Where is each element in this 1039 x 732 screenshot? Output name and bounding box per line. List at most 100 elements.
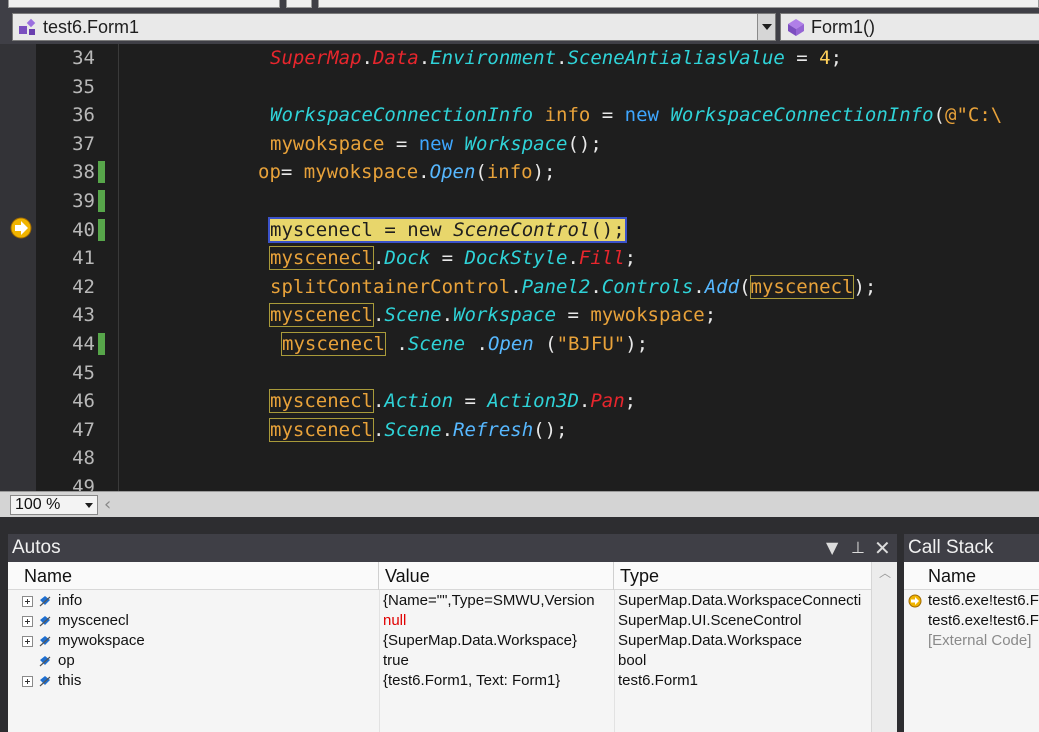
top-combo-right[interactable] bbox=[318, 0, 1039, 8]
code-text[interactable]: myscenecl.Action = Action3D.Pan; bbox=[269, 387, 636, 415]
code-text[interactable]: myscenecl .Scene .Open ("BJFU"); bbox=[281, 330, 648, 358]
code-token: new bbox=[624, 104, 659, 127]
code-text[interactable]: SuperMap.Data.Environment.SceneAntialias… bbox=[270, 44, 842, 72]
autos-name-cell: mywokspace bbox=[58, 632, 145, 649]
expand-icon[interactable] bbox=[22, 636, 33, 647]
top-combo-left[interactable] bbox=[8, 0, 280, 8]
callstack-col-name[interactable]: Name bbox=[904, 562, 1039, 590]
debug-panels: Autos ▼ ⊥ ✕ Name Value Type info {Name=""… bbox=[0, 517, 1039, 732]
top-combo-button[interactable] bbox=[286, 0, 312, 8]
code-token: = bbox=[784, 47, 820, 69]
code-token: Controls bbox=[601, 275, 694, 298]
callstack-name-cell: test6.exe!test6.F bbox=[928, 612, 1039, 629]
line-number: 38 bbox=[72, 161, 95, 184]
autos-header: Name Value Type bbox=[8, 562, 897, 590]
member-combo[interactable]: Form1() bbox=[780, 13, 1039, 41]
code-line[interactable]: 47 myscenecl.Scene.Refresh(); bbox=[0, 416, 1039, 445]
code-text[interactable]: myscenecl.Scene.Workspace = mywokspace; bbox=[269, 301, 716, 329]
autos-row[interactable]: mywokspace {SuperMap.Data.Workspace} Super… bbox=[8, 631, 897, 651]
autos-col-value[interactable]: Value bbox=[379, 562, 614, 590]
top-toolbar-strip bbox=[0, 0, 1039, 10]
code-line[interactable]: 41 myscenecl.Dock = DockStyle.Fill; bbox=[0, 244, 1039, 273]
code-line[interactable]: 45 bbox=[0, 359, 1039, 388]
code-line[interactable]: 40 myscenecl = new SceneControl(); bbox=[0, 216, 1039, 245]
autos-col-type[interactable]: Type bbox=[614, 562, 871, 590]
close-icon[interactable]: ✕ bbox=[874, 534, 891, 562]
autos-value-cell[interactable]: {test6.Form1, Text: Form1} bbox=[379, 671, 614, 691]
code-token: WorkspaceConnectionInfo bbox=[270, 104, 534, 127]
code-line[interactable]: 34 SuperMap.Data.Environment.SceneAntiali… bbox=[0, 44, 1039, 73]
code-line[interactable]: 46 myscenecl.Action = Action3D.Pan; bbox=[0, 387, 1039, 416]
zoom-combo[interactable]: 100 % bbox=[10, 495, 98, 515]
code-line[interactable]: 42 splitContainerControl.Panel2.Controls.… bbox=[0, 273, 1039, 302]
dropdown-icon[interactable]: ▼ bbox=[826, 534, 838, 562]
callstack-title: Call Stack bbox=[904, 534, 1039, 562]
code-line[interactable]: 39 bbox=[0, 187, 1039, 216]
callstack-row[interactable]: [External Code] bbox=[904, 631, 1039, 651]
code-text[interactable]: myscenecl.Dock = DockStyle.Fill; bbox=[269, 244, 637, 272]
autos-row[interactable]: op true bool bbox=[8, 651, 897, 671]
code-token: splitContainerControl bbox=[270, 275, 511, 298]
callstack-name-cell: [External Code] bbox=[928, 632, 1032, 649]
code-text[interactable]: mywokspace = new Workspace(); bbox=[270, 130, 602, 158]
class-combo[interactable]: test6.Form1 bbox=[12, 13, 776, 41]
code-token: . bbox=[372, 304, 385, 327]
code-line[interactable]: 37 mywokspace = new Workspace(); bbox=[0, 130, 1039, 159]
callstack-row[interactable]: test6.exe!test6.F bbox=[904, 611, 1039, 631]
code-token: myscenecl bbox=[269, 389, 374, 414]
code-token: Panel2 bbox=[521, 275, 591, 298]
code-line[interactable]: 44 myscenecl .Scene .Open ("BJFU"); bbox=[0, 330, 1039, 359]
expand-icon[interactable] bbox=[22, 596, 33, 607]
code-token: ( bbox=[533, 333, 557, 355]
code-token: ; bbox=[830, 47, 843, 69]
autos-row[interactable]: this {test6.Form1, Text: Form1} test6.Form… bbox=[8, 671, 897, 691]
code-token: . bbox=[418, 161, 430, 184]
code-token: Refresh bbox=[453, 418, 534, 441]
code-token: = bbox=[372, 218, 408, 241]
autos-row[interactable]: info {Name="",Type=SMWU,Version SuperMap.D… bbox=[8, 591, 897, 611]
autos-col-name[interactable]: Name bbox=[8, 562, 379, 590]
code-token: Environment bbox=[430, 47, 557, 69]
code-token: SceneControl bbox=[453, 218, 591, 241]
scroll-left-icon[interactable]: ‹ bbox=[104, 495, 111, 515]
autos-name-cell: op bbox=[58, 652, 75, 669]
code-text[interactable]: splitContainerControl.Panel2.Controls.Ad… bbox=[270, 273, 876, 301]
expand-icon[interactable] bbox=[22, 616, 33, 627]
code-line[interactable]: 48 bbox=[0, 444, 1039, 473]
code-token: ; bbox=[624, 247, 637, 270]
variable-icon bbox=[39, 596, 51, 607]
code-line[interactable]: 36 WorkspaceConnectionInfo info = new Wor… bbox=[0, 101, 1039, 130]
autos-type-cell: SuperMap.Data.WorkspaceConnecti bbox=[618, 592, 862, 609]
autos-row[interactable]: myscenecl null SuperMap.UI.SceneControl bbox=[8, 611, 897, 631]
autos-value-cell[interactable]: null bbox=[379, 611, 614, 631]
code-token: . bbox=[372, 418, 385, 441]
code-token: myscenecl bbox=[269, 246, 374, 271]
autos-type-cell: bool bbox=[618, 652, 647, 669]
code-text[interactable]: myscenecl.Scene.Refresh(); bbox=[269, 416, 567, 444]
line-number: 39 bbox=[72, 190, 95, 212]
code-text[interactable]: myscenecl = new SceneControl(); bbox=[268, 216, 627, 244]
code-editor[interactable]: 34 SuperMap.Data.Environment.SceneAntiali… bbox=[0, 44, 1039, 491]
pin-icon[interactable]: ⊥ bbox=[851, 534, 865, 562]
class-combo-dropdown[interactable] bbox=[757, 14, 775, 40]
line-number: 45 bbox=[72, 361, 95, 384]
autos-scrollbar[interactable]: ︿ bbox=[871, 562, 897, 732]
code-line[interactable]: 43 myscenecl.Scene.Workspace = mywokspace… bbox=[0, 301, 1039, 330]
scroll-up-icon[interactable]: ︿ bbox=[879, 564, 891, 581]
code-text[interactable]: WorkspaceConnectionInfo info = new Works… bbox=[270, 101, 1002, 129]
code-line[interactable]: 49 bbox=[0, 473, 1039, 491]
variable-icon bbox=[39, 636, 51, 647]
code-token: ); bbox=[853, 275, 877, 298]
code-line[interactable]: 38 op= mywokspace.Open(info); bbox=[0, 158, 1039, 187]
code-line[interactable]: 35 bbox=[0, 73, 1039, 102]
callstack-header: Name bbox=[904, 562, 1039, 590]
callstack-row[interactable]: test6.exe!test6.F bbox=[904, 591, 1039, 611]
expand-icon[interactable] bbox=[22, 676, 33, 687]
autos-value-cell[interactable]: {SuperMap.Data.Workspace} bbox=[379, 631, 614, 651]
autos-value-cell[interactable]: {Name="",Type=SMWU,Version bbox=[379, 591, 614, 611]
code-text[interactable]: op= mywokspace.Open(info); bbox=[258, 158, 556, 186]
autos-value-cell[interactable]: true bbox=[379, 651, 614, 671]
code-token: Scene bbox=[407, 333, 466, 355]
